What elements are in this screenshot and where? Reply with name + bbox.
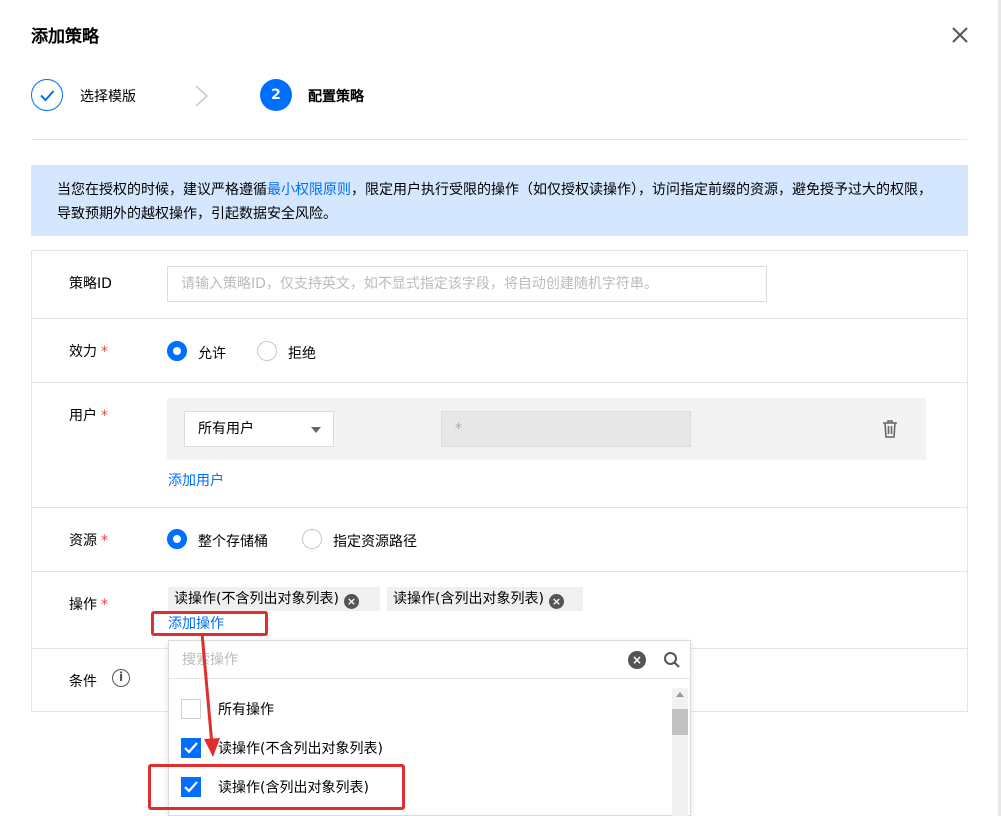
user-label-text: 用户	[69, 408, 97, 424]
required-mark: *	[101, 344, 108, 360]
user-type-select[interactable]: 所有用户	[184, 411, 334, 447]
info-icon[interactable]: i	[112, 669, 130, 687]
check-icon	[184, 742, 198, 754]
clear-search-icon[interactable]: ×	[628, 651, 646, 669]
action-tag: 读操作(含列出对象列表) ×	[387, 587, 583, 611]
user-label: 用户 *	[69, 405, 108, 425]
user-type-value: 所有用户	[198, 421, 254, 437]
action-tag-label: 读操作(不含列出对象列表)	[174, 591, 339, 607]
chevron-down-icon	[311, 427, 321, 433]
policy-id-input[interactable]: 请输入策略ID，仅支持英文，如不显式指定该字段，将自动创建随机字符串。	[167, 266, 767, 302]
check-icon	[40, 90, 55, 102]
resource-path-label[interactable]: 指定资源路径	[333, 531, 417, 551]
effect-label: 效力 *	[69, 341, 108, 361]
action-label-text: 操作	[69, 597, 97, 613]
user-entry-box: 所有用户 *	[167, 398, 926, 460]
action-search-input[interactable]: 搜索操作	[169, 641, 690, 679]
policy-id-row: 策略ID 请输入策略ID，仅支持英文，如不显式指定该字段，将自动创建随机字符串。	[32, 251, 967, 319]
dialog-title: 添加策略	[31, 27, 99, 47]
scroll-thumb[interactable]	[672, 709, 688, 735]
dropdown-scrollbar[interactable]	[672, 688, 688, 816]
action-tag-label: 读操作(含列出对象列表)	[393, 591, 544, 607]
add-action-link[interactable]: 添加操作	[168, 613, 224, 633]
policy-id-label: 策略ID	[69, 276, 112, 292]
checkbox-checked[interactable]	[181, 738, 201, 758]
step-1-label: 选择模版	[80, 89, 136, 105]
checkbox[interactable]	[181, 699, 201, 719]
stepper: 选择模版 2 配置策略	[31, 79, 971, 113]
effect-allow-label[interactable]: 允许	[198, 343, 226, 363]
effect-row: 效力 * 允许 拒绝	[32, 319, 967, 383]
least-privilege-notice: 当您在授权的时候，建议严格遵循最小权限原则，限定用户执行受限的操作（如仅授权读操…	[31, 165, 968, 236]
effect-allow-radio[interactable]	[167, 341, 187, 361]
resource-bucket-label[interactable]: 整个存储桶	[198, 531, 268, 551]
step-1-done-indicator	[31, 79, 63, 111]
step-2-number: 2	[260, 79, 292, 111]
action-dropdown: 搜索操作 × 所有操作 读操作(不含列出对象列表) 读操作(含列出对象列表)	[168, 640, 691, 816]
required-mark: *	[101, 408, 108, 424]
scroll-up-icon[interactable]	[676, 692, 684, 697]
option-label: 所有操作	[218, 702, 274, 718]
close-icon[interactable]	[950, 25, 970, 45]
option-label: 读操作(含列出对象列表)	[218, 780, 369, 796]
remove-tag-icon[interactable]: ×	[548, 594, 564, 609]
least-privilege-link[interactable]: 最小权限原则	[267, 182, 351, 198]
condition-label: 条件	[69, 674, 97, 690]
effect-label-text: 效力	[69, 344, 97, 360]
resource-row: 资源 * 整个存储桶 指定资源路径	[32, 508, 967, 572]
effect-deny-label[interactable]: 拒绝	[288, 343, 316, 363]
step-2-label: 配置策略	[308, 89, 364, 105]
resource-label: 资源 *	[69, 530, 108, 550]
header-divider	[31, 139, 967, 140]
add-user-link[interactable]: 添加用户	[168, 470, 224, 490]
resource-bucket-radio[interactable]	[167, 529, 187, 549]
resource-label-text: 资源	[69, 533, 97, 549]
dropdown-option-read-list[interactable]: 读操作(含列出对象列表)	[169, 768, 669, 806]
check-icon	[184, 781, 198, 793]
action-row: 操作 * 读操作(不含列出对象列表) × 读操作(含列出对象列表) × 添加操作	[32, 572, 967, 649]
notice-text-before: 当您在授权的时候，建议严格遵循	[57, 182, 267, 198]
resource-path-radio[interactable]	[302, 529, 322, 549]
required-mark: *	[101, 597, 108, 613]
search-icon[interactable]	[663, 651, 681, 669]
effect-deny-radio[interactable]	[257, 341, 277, 361]
dropdown-option-read-no-list[interactable]: 读操作(不含列出对象列表)	[169, 729, 669, 767]
dropdown-option-all[interactable]: 所有操作	[169, 690, 669, 728]
option-label: 读操作(不含列出对象列表)	[218, 741, 383, 757]
trash-icon[interactable]	[881, 419, 899, 439]
chevron-right-icon	[195, 85, 209, 107]
add-policy-dialog: 添加策略 选择模版 2 配置策略 当您在授权的时候，建议严格遵循最小权限原则，限…	[0, 0, 1001, 816]
checkbox-checked[interactable]	[181, 777, 201, 797]
action-tag: 读操作(不含列出对象列表) ×	[168, 587, 380, 611]
required-mark: *	[101, 533, 108, 549]
remove-tag-icon[interactable]: ×	[343, 594, 359, 609]
user-value-input: *	[441, 411, 691, 447]
action-label: 操作 *	[69, 594, 108, 614]
